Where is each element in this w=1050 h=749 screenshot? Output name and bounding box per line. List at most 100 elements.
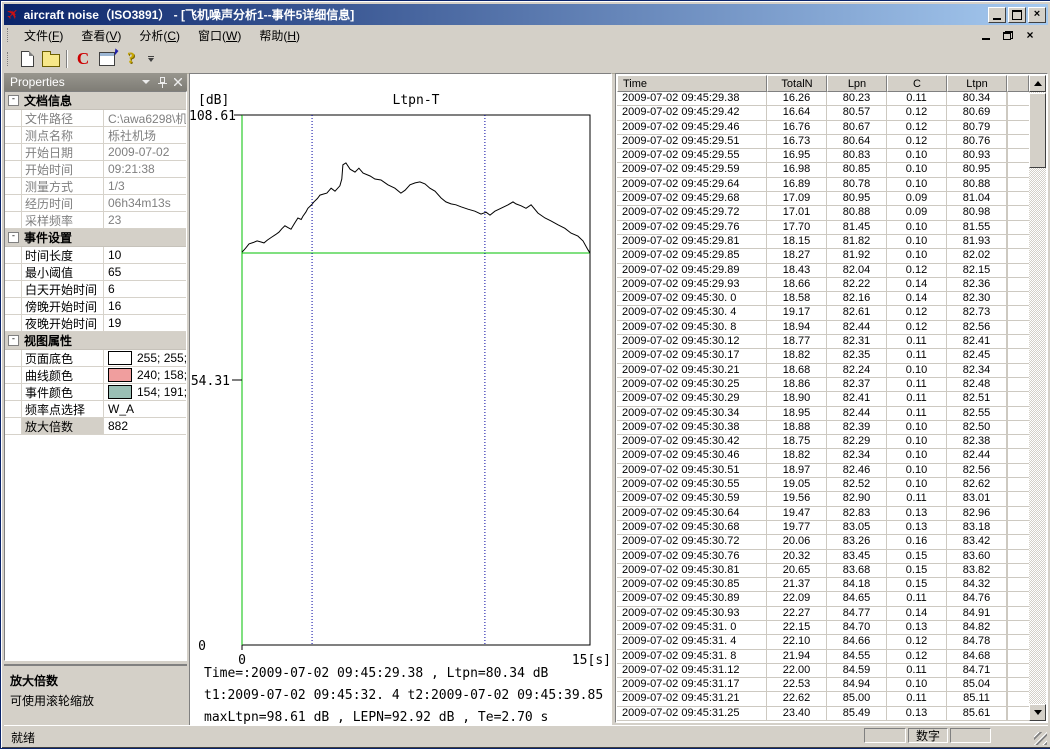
collapse-minus-icon[interactable]: - xyxy=(8,335,19,346)
pg-section-header[interactable]: -文档信息 xyxy=(5,92,186,110)
open-file-button[interactable] xyxy=(39,48,63,70)
table-row[interactable]: 2009-07-02 09:45:30.3418.9582.440.1182.5… xyxy=(617,407,1029,421)
table-row[interactable]: 2009-07-02 09:45:30. 419.1782.610.1282.7… xyxy=(617,306,1029,320)
property-row[interactable]: 频率点选择W_A xyxy=(5,401,186,418)
table-row[interactable]: 2009-07-02 09:45:29.7617.7081.450.1081.5… xyxy=(617,221,1029,235)
title-bar[interactable]: ✈ aircraft noise（ISO3891） - [飞机噪声分析1--事件… xyxy=(4,4,1048,25)
property-row[interactable]: 开始时间09:21:38 xyxy=(5,161,186,178)
table-row[interactable]: 2009-07-02 09:45:29.5516.9580.830.1080.9… xyxy=(617,149,1029,163)
table-row[interactable]: 2009-07-02 09:45:30.1718.8282.350.1182.4… xyxy=(617,349,1029,363)
pg-section-header[interactable]: -视图属性 xyxy=(5,332,186,350)
table-row[interactable]: 2009-07-02 09:45:30.2118.6882.240.1082.3… xyxy=(617,364,1029,378)
table-row[interactable]: 2009-07-02 09:45:29.3816.2680.230.1180.3… xyxy=(617,92,1029,106)
table-row[interactable]: 2009-07-02 09:45:29.6416.8980.780.1080.8… xyxy=(617,178,1029,192)
property-value[interactable]: 255; 255; 255 xyxy=(104,351,186,365)
column-header-c[interactable]: C xyxy=(887,75,947,92)
table-row[interactable]: 2009-07-02 09:45:29.8518.2781.920.1082.0… xyxy=(617,249,1029,263)
table-row[interactable]: 2009-07-02 09:45:30.8922.0984.650.1184.7… xyxy=(617,592,1029,606)
ltpn-chart[interactable]: [dB] Ltpn-T 108.61 54.31 0 0 15[s] Time=… xyxy=(190,74,611,725)
table-row[interactable]: 2009-07-02 09:45:31. 821.9484.550.1284.6… xyxy=(617,650,1029,664)
table-row[interactable]: 2009-07-02 09:45:30.7620.3283.450.1583.6… xyxy=(617,550,1029,564)
property-row[interactable]: 测量方式1/3 xyxy=(5,178,186,195)
close-button[interactable]: × xyxy=(1028,7,1046,23)
table-row[interactable]: 2009-07-02 09:45:31.1222.0084.590.1184.7… xyxy=(617,664,1029,678)
table-row[interactable]: 2009-07-02 09:45:29.8918.4382.040.1282.1… xyxy=(617,264,1029,278)
property-row[interactable]: 放大倍数882 xyxy=(5,418,186,435)
property-row[interactable]: 时间长度10 xyxy=(5,247,186,264)
table-scrollbar[interactable] xyxy=(1029,75,1046,721)
table-row[interactable]: 2009-07-02 09:45:29.5916.9880.850.1080.9… xyxy=(617,163,1029,177)
table-row[interactable]: 2009-07-02 09:45:30.7220.0683.260.1683.4… xyxy=(617,535,1029,549)
pin-icon[interactable] xyxy=(158,77,167,88)
property-value[interactable]: W_A xyxy=(104,402,186,416)
property-row[interactable]: 文件路径C:\awa6298\机场 xyxy=(5,110,186,127)
table-row[interactable]: 2009-07-02 09:45:29.6817.0980.950.0981.0… xyxy=(617,192,1029,206)
table-row[interactable]: 2009-07-02 09:45:30.3818.8882.390.1082.5… xyxy=(617,421,1029,435)
mdi-restore-button[interactable] xyxy=(1000,29,1016,42)
column-header-totaln[interactable]: TotalN xyxy=(767,75,827,92)
property-row[interactable]: 最小阈值65 xyxy=(5,264,186,281)
menu-item-H[interactable]: 帮助(H) xyxy=(250,25,309,46)
table-row[interactable]: 2009-07-02 09:45:30.2518.8682.370.1182.4… xyxy=(617,378,1029,392)
menu-item-V[interactable]: 查看(V) xyxy=(72,25,130,46)
property-value[interactable]: 154; 191; 185 xyxy=(104,385,186,399)
table-row[interactable]: 2009-07-02 09:45:31.2122.6285.000.1185.1… xyxy=(617,692,1029,706)
property-value[interactable]: 23 xyxy=(104,213,186,227)
property-row[interactable]: 事件颜色154; 191; 185 xyxy=(5,384,186,401)
scrollbar-thumb[interactable] xyxy=(1029,93,1046,168)
property-row[interactable]: 经历时间06h34m13s xyxy=(5,195,186,212)
properties-panel-header[interactable]: Properties xyxy=(4,73,187,91)
table-row[interactable]: 2009-07-02 09:45:30. 018.5882.160.1482.3… xyxy=(617,292,1029,306)
property-value[interactable]: 19 xyxy=(104,316,186,330)
table-row[interactable]: 2009-07-02 09:45:29.4616.7680.670.1280.7… xyxy=(617,121,1029,135)
table-row[interactable]: 2009-07-02 09:45:31. 422.1084.660.1284.7… xyxy=(617,635,1029,649)
table-row[interactable]: 2009-07-02 09:45:30.5519.0582.520.1082.6… xyxy=(617,478,1029,492)
table-row[interactable]: 2009-07-02 09:45:30.8521.3784.180.1584.3… xyxy=(617,578,1029,592)
scrollbar-track[interactable] xyxy=(1029,92,1046,704)
property-row[interactable]: 白天开始时间6 xyxy=(5,281,186,298)
collapse-minus-icon[interactable]: - xyxy=(8,232,19,243)
table-row[interactable]: 2009-07-02 09:45:30.6419.4782.830.1382.9… xyxy=(617,507,1029,521)
table-row[interactable]: 2009-07-02 09:45:31.1722.5384.940.1085.0… xyxy=(617,678,1029,692)
collapse-minus-icon[interactable]: - xyxy=(8,95,19,106)
property-value[interactable]: 09:21:38 xyxy=(104,162,186,176)
toolbar-overflow-button[interactable] xyxy=(145,48,156,70)
table-row[interactable]: 2009-07-02 09:45:29.9318.6682.220.1482.3… xyxy=(617,278,1029,292)
column-header-ltpn[interactable]: Ltpn xyxy=(947,75,1007,92)
help-button[interactable]: ? xyxy=(119,48,143,70)
property-value[interactable]: 6 xyxy=(104,282,186,296)
property-value[interactable]: 栎社机场 xyxy=(104,127,186,144)
property-value[interactable]: 2009-07-02 xyxy=(104,145,186,159)
mdi-minimize-button[interactable] xyxy=(978,29,994,42)
maximize-button[interactable] xyxy=(1008,7,1026,23)
table-row[interactable]: 2009-07-02 09:45:30.1218.7782.310.1182.4… xyxy=(617,335,1029,349)
table-row[interactable]: 2009-07-02 09:45:30.6819.7783.050.1383.1… xyxy=(617,521,1029,535)
properties-button[interactable] xyxy=(95,48,119,70)
scroll-up-button[interactable] xyxy=(1029,75,1046,92)
property-row[interactable]: 页面底色255; 255; 255 xyxy=(5,350,186,367)
pg-section-header[interactable]: -事件设置 xyxy=(5,229,186,247)
property-row[interactable]: 傍晚开始时间16 xyxy=(5,298,186,315)
property-value[interactable]: 882 xyxy=(104,419,186,433)
property-value[interactable]: 10 xyxy=(104,248,186,262)
property-value[interactable]: 65 xyxy=(104,265,186,279)
table-row[interactable]: 2009-07-02 09:45:30.8120.6583.680.1583.8… xyxy=(617,564,1029,578)
property-value[interactable]: 240; 158; 158 xyxy=(104,368,186,382)
new-document-button[interactable] xyxy=(15,48,39,70)
table-row[interactable]: 2009-07-02 09:45:30.5919.5682.900.1183.0… xyxy=(617,492,1029,506)
table-row[interactable]: 2009-07-02 09:45:29.7217.0180.880.0980.9… xyxy=(617,206,1029,220)
table-row[interactable]: 2009-07-02 09:45:29.5116.7380.640.1280.7… xyxy=(617,135,1029,149)
table-row[interactable]: 2009-07-02 09:45:30.4218.7582.290.1082.3… xyxy=(617,435,1029,449)
table-row[interactable]: 2009-07-02 09:45:30. 818.9482.440.1282.5… xyxy=(617,321,1029,335)
property-row[interactable]: 测点名称栎社机场 xyxy=(5,127,186,144)
table-row[interactable]: 2009-07-02 09:45:30.2918.9082.410.1182.5… xyxy=(617,392,1029,406)
menu-item-F[interactable]: 文件(F) xyxy=(15,25,72,46)
column-header-time[interactable]: Time xyxy=(617,75,767,92)
table-row[interactable]: 2009-07-02 09:45:30.5118.9782.460.1082.5… xyxy=(617,464,1029,478)
table-row[interactable]: 2009-07-02 09:45:29.4216.6480.570.1280.6… xyxy=(617,106,1029,120)
property-row[interactable]: 开始日期2009-07-02 xyxy=(5,144,186,161)
scroll-down-button[interactable] xyxy=(1029,704,1046,721)
property-value[interactable]: 1/3 xyxy=(104,179,186,193)
property-row[interactable]: 夜晚开始时间19 xyxy=(5,315,186,332)
table-row[interactable]: 2009-07-02 09:45:29.8118.1581.820.1081.9… xyxy=(617,235,1029,249)
